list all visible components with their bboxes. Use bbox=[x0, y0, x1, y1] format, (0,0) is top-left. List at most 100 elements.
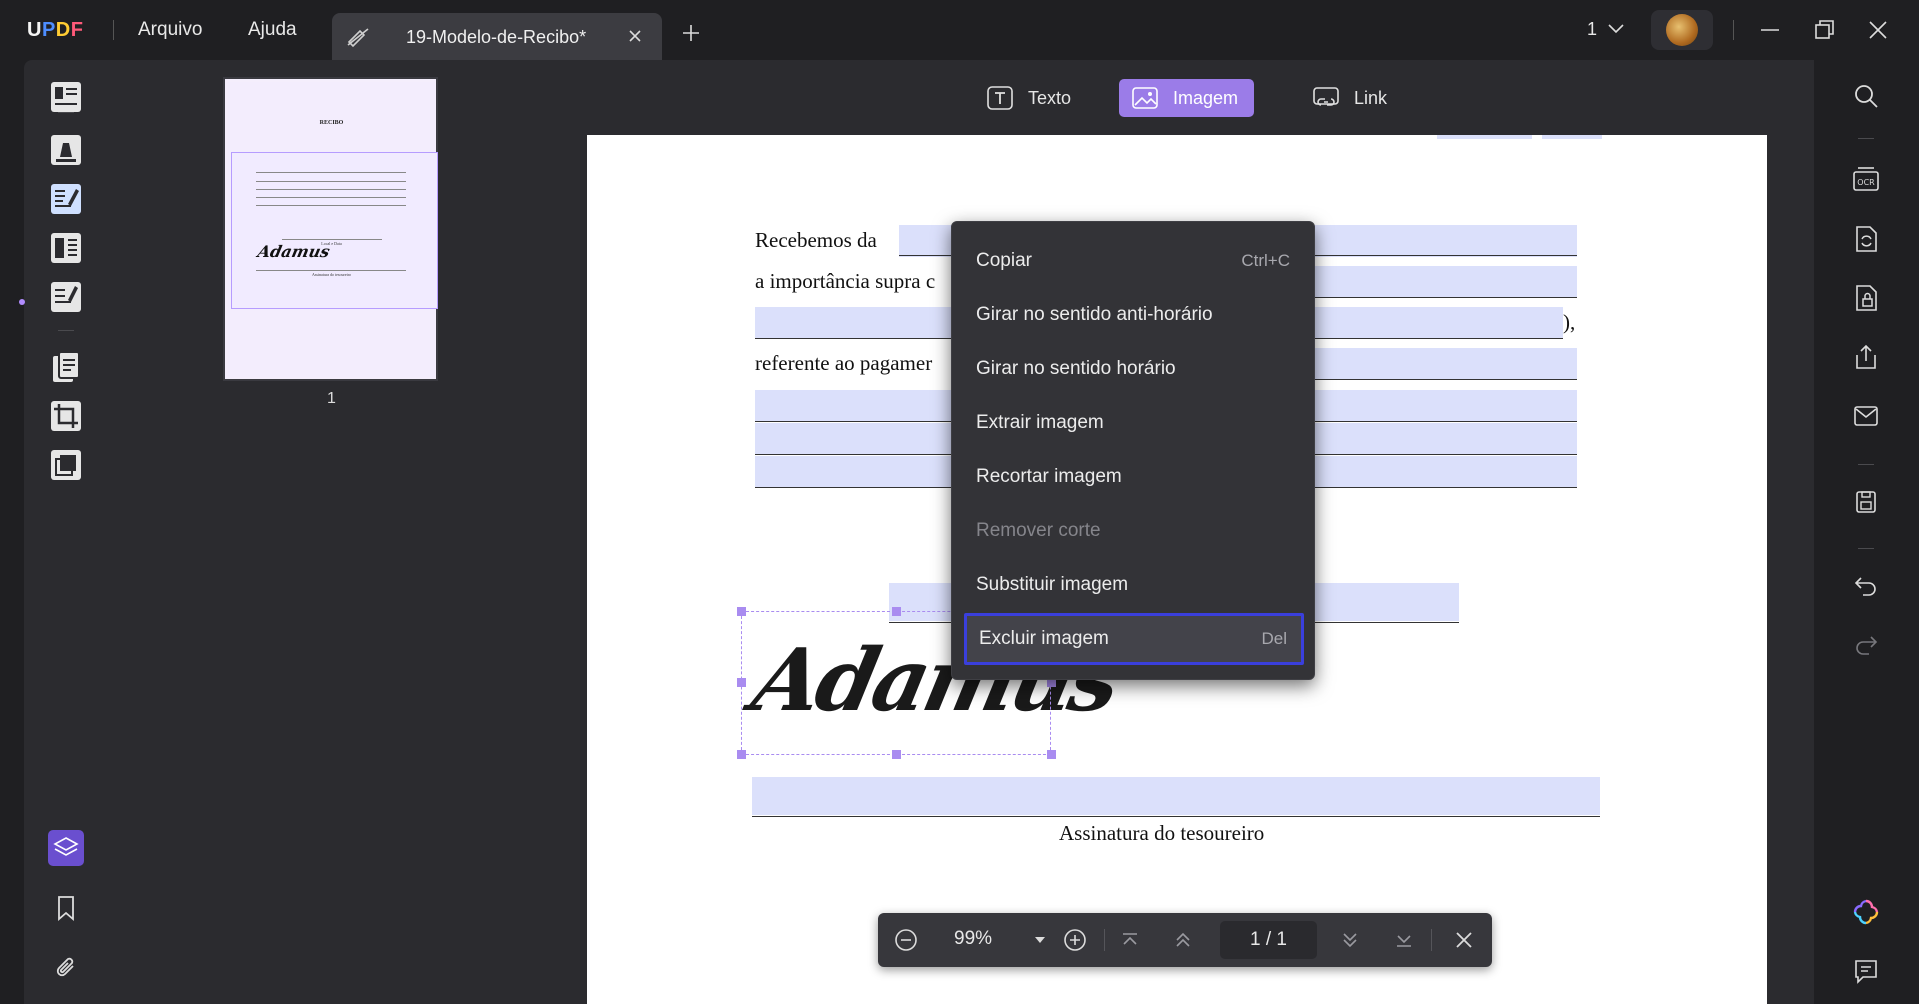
toolbar-divider bbox=[58, 112, 74, 113]
resize-handle[interactable] bbox=[737, 750, 746, 759]
thumbnail-line bbox=[256, 181, 406, 182]
zoom-level[interactable]: 99% bbox=[954, 928, 992, 950]
page-organize-tool[interactable] bbox=[46, 228, 86, 268]
avatar-image bbox=[1666, 14, 1698, 46]
next-page-icon[interactable] bbox=[1338, 928, 1362, 952]
close-zoom-bar-icon[interactable] bbox=[1452, 928, 1476, 952]
resize-handle[interactable] bbox=[1047, 750, 1056, 759]
document-tab[interactable]: 19-Modelo-de-Recibo* bbox=[332, 13, 662, 60]
edit-tool[interactable] bbox=[46, 179, 86, 219]
convert-icon bbox=[53, 351, 80, 382]
ocr-tool[interactable]: OCR bbox=[1850, 164, 1882, 196]
undo-tool[interactable] bbox=[1850, 569, 1882, 601]
receipt-line-3-end: ), bbox=[1563, 310, 1576, 334]
image-mode-button[interactable]: Imagem bbox=[1119, 79, 1255, 117]
reader-icon bbox=[51, 82, 81, 112]
save-tool[interactable] bbox=[1850, 486, 1882, 518]
attachment-tool[interactable] bbox=[46, 948, 86, 988]
menu-rotate-cw[interactable]: Girar no sentido horário bbox=[964, 345, 1304, 393]
resize-handle[interactable] bbox=[737, 607, 746, 616]
redo-icon bbox=[1856, 636, 1878, 655]
treasurer-field[interactable] bbox=[752, 777, 1600, 815]
previous-page-icon[interactable] bbox=[1171, 928, 1195, 952]
bookmark-tool[interactable] bbox=[46, 888, 86, 928]
ai-assistant-tool[interactable] bbox=[1850, 896, 1882, 928]
menu-copy-shortcut: Ctrl+C bbox=[1241, 251, 1290, 270]
last-page-icon[interactable] bbox=[1392, 928, 1416, 952]
menu-extract-label: Extrair imagem bbox=[976, 412, 1104, 433]
form-tool[interactable] bbox=[46, 277, 86, 317]
title-separator bbox=[113, 20, 114, 40]
new-tab-icon[interactable] bbox=[680, 22, 702, 44]
batch-icon bbox=[51, 450, 81, 480]
menu-crop-image[interactable]: Recortar imagem bbox=[964, 453, 1304, 501]
page-thumbnail[interactable]: RECIBO Local e Data Adamus Assinatura do… bbox=[223, 77, 438, 381]
menu-delete-shortcut: Del bbox=[1261, 629, 1287, 648]
toolbar-divider bbox=[58, 330, 74, 331]
redo-tool[interactable] bbox=[1850, 628, 1882, 660]
highlighter-icon bbox=[51, 135, 81, 165]
menu-delete-image[interactable]: Excluir imagem Del bbox=[964, 613, 1304, 665]
link-icon bbox=[1313, 87, 1339, 106]
restore-icon[interactable] bbox=[1811, 17, 1837, 43]
text-mode-button[interactable]: Texto bbox=[974, 79, 1087, 117]
toolbar-divider bbox=[1858, 548, 1874, 549]
undo-icon bbox=[1854, 577, 1876, 596]
image-mode-label: Imagem bbox=[1173, 87, 1239, 108]
underline bbox=[752, 816, 1600, 817]
protect-tool[interactable] bbox=[1850, 282, 1882, 314]
resize-handle[interactable] bbox=[737, 678, 746, 687]
search-tool[interactable] bbox=[1850, 80, 1882, 112]
receipt-line-2-label: a importância supra c bbox=[755, 269, 936, 293]
tab-title: 19-Modelo-de-Recibo* bbox=[406, 27, 587, 47]
comments-tool[interactable] bbox=[1850, 955, 1882, 987]
link-mode-button[interactable]: Link bbox=[1300, 79, 1403, 117]
close-window-icon[interactable] bbox=[1865, 17, 1891, 43]
close-tab-icon[interactable] bbox=[624, 25, 646, 47]
thumbnail-signature: Adamus bbox=[255, 242, 332, 261]
thumbnail-line bbox=[256, 189, 406, 190]
convert-tool[interactable] bbox=[46, 347, 86, 387]
save-icon bbox=[1856, 491, 1876, 513]
updf-logo: UPDF bbox=[27, 19, 84, 41]
text-icon bbox=[987, 86, 1013, 110]
menu-arquivo[interactable]: Arquivo bbox=[138, 19, 202, 41]
chevron-down-icon[interactable] bbox=[1607, 22, 1625, 36]
reader-tool[interactable] bbox=[46, 77, 86, 117]
comment-icon bbox=[1855, 960, 1877, 984]
page-number-text: 1 / 1 bbox=[1250, 929, 1287, 950]
first-page-icon[interactable] bbox=[1118, 928, 1142, 952]
zoom-in-icon[interactable] bbox=[1063, 928, 1087, 952]
crop-tool[interactable] bbox=[46, 396, 86, 436]
title-separator bbox=[1733, 20, 1734, 40]
crop-icon bbox=[51, 401, 81, 431]
form-field[interactable] bbox=[1437, 135, 1532, 139]
image-icon bbox=[1132, 87, 1158, 109]
share-tool[interactable] bbox=[1850, 341, 1882, 373]
left-toolbar bbox=[19, 60, 108, 1004]
menu-copy[interactable]: Copiar Ctrl+C bbox=[964, 237, 1304, 285]
page-number-box[interactable]: 1 / 1 bbox=[1220, 921, 1317, 959]
resize-handle[interactable] bbox=[892, 750, 901, 759]
form-field[interactable] bbox=[1542, 135, 1602, 139]
zoom-out-icon[interactable] bbox=[894, 928, 918, 952]
receipt-line-4-label: referente ao pagamer bbox=[755, 351, 933, 375]
menu-rotate-ccw[interactable]: Girar no sentido anti-horário bbox=[964, 291, 1304, 339]
layers-tool[interactable] bbox=[46, 828, 86, 868]
convert-pdf-tool[interactable] bbox=[1850, 223, 1882, 255]
active-tool-indicator bbox=[19, 299, 25, 305]
minimize-icon[interactable] bbox=[1757, 17, 1783, 43]
comment-tool[interactable] bbox=[46, 130, 86, 170]
resize-handle[interactable] bbox=[892, 607, 901, 616]
window-count[interactable]: 1 bbox=[1587, 19, 1597, 40]
batch-tool[interactable] bbox=[46, 445, 86, 485]
zoom-dropdown-icon[interactable] bbox=[1028, 928, 1052, 952]
avatar[interactable] bbox=[1651, 10, 1713, 50]
text-mode-label: Texto bbox=[1028, 87, 1072, 108]
edit-pdf-icon bbox=[51, 184, 81, 214]
menu-replace-image[interactable]: Substituir imagem bbox=[964, 561, 1304, 609]
thumbnail-line bbox=[256, 205, 406, 206]
menu-ajuda[interactable]: Ajuda bbox=[248, 19, 297, 41]
email-tool[interactable] bbox=[1850, 400, 1882, 432]
menu-extract-image[interactable]: Extrair imagem bbox=[964, 399, 1304, 447]
